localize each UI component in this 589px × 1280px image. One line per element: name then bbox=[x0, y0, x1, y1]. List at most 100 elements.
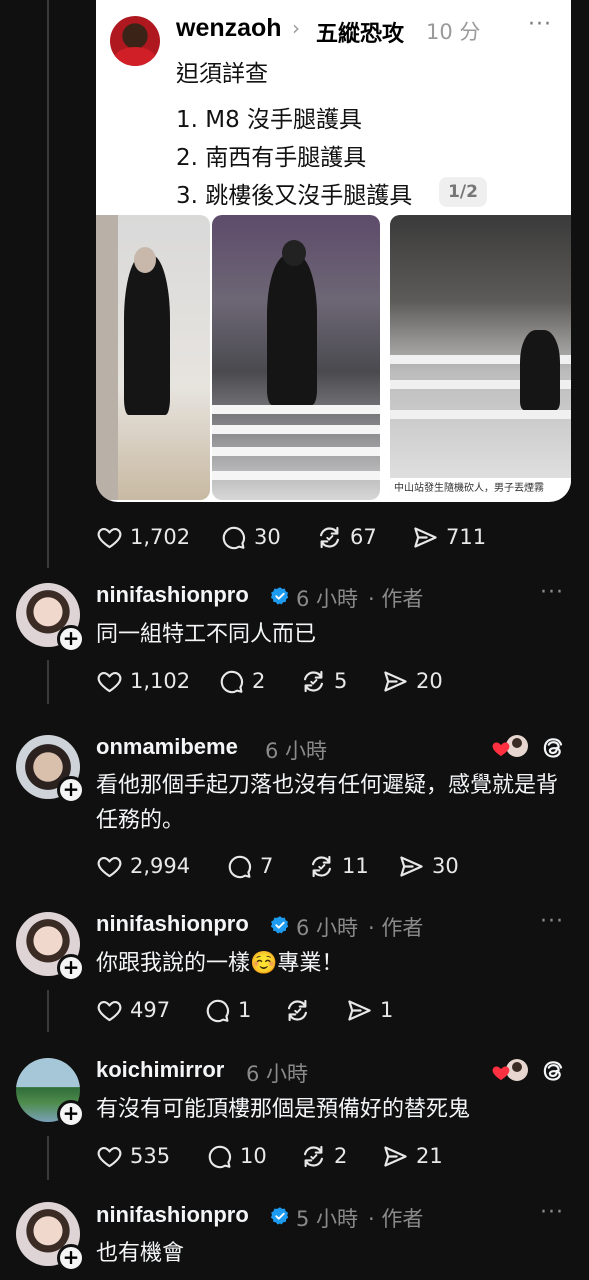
post-image-2[interactable] bbox=[212, 215, 380, 500]
reply-button[interactable]: 2 bbox=[218, 668, 265, 695]
follow-plus-icon[interactable]: + bbox=[57, 954, 85, 982]
verified-badge-icon bbox=[270, 586, 290, 606]
share-button[interactable]: 30 bbox=[398, 853, 459, 880]
reply-time: 6 小時 bbox=[246, 1062, 309, 1086]
reply-actions: 497 1 1 bbox=[96, 995, 566, 1025]
share-icon bbox=[346, 997, 373, 1024]
quoted-post-line-3: 2. 南西有手腿護具 bbox=[176, 145, 367, 171]
like-button[interactable]: 497 bbox=[96, 997, 170, 1024]
comment-icon bbox=[226, 853, 253, 880]
quoted-post-actions: 1,702 30 67 711 bbox=[96, 522, 566, 552]
heart-icon bbox=[96, 668, 123, 695]
like-count: 2,994 bbox=[130, 854, 191, 878]
share-icon bbox=[382, 668, 409, 695]
repost-count: 5 bbox=[334, 669, 348, 693]
thread-line bbox=[47, 990, 49, 1032]
share-icon bbox=[398, 853, 425, 880]
reply-username[interactable]: koichimirror bbox=[96, 1057, 224, 1083]
share-count: 21 bbox=[416, 1144, 443, 1168]
share-button[interactable]: 20 bbox=[382, 668, 443, 695]
quoted-post-username[interactable]: wenzaoh bbox=[176, 14, 282, 43]
comment-icon bbox=[218, 668, 245, 695]
reply-time: 6 小時 bbox=[296, 916, 359, 940]
reply-text: 同一組特工不同人而已 bbox=[96, 622, 317, 647]
more-icon[interactable]: ··· bbox=[528, 12, 552, 37]
share-count: 711 bbox=[446, 525, 487, 549]
reply-button[interactable]: 1 bbox=[204, 997, 251, 1024]
follow-plus-icon[interactable]: + bbox=[57, 1244, 85, 1272]
comment-icon bbox=[220, 524, 247, 551]
repost-icon bbox=[300, 668, 327, 695]
follow-plus-icon[interactable]: + bbox=[57, 776, 85, 804]
quoted-post-avatar[interactable] bbox=[110, 16, 160, 66]
reply-actions: 1,102 2 5 20 bbox=[96, 666, 566, 696]
reply-count: 7 bbox=[260, 854, 274, 878]
quoted-post-topic[interactable]: 五縱恐攻 bbox=[316, 16, 404, 48]
share-button[interactable]: 1 bbox=[346, 997, 393, 1024]
reply-count: 10 bbox=[240, 1144, 267, 1168]
repost-count: 67 bbox=[350, 525, 377, 549]
threads-icon[interactable] bbox=[540, 735, 566, 761]
thread-line bbox=[47, 0, 49, 568]
heart-icon bbox=[96, 1143, 123, 1170]
reply-time: 5 小時 bbox=[296, 1207, 359, 1231]
reply-button[interactable]: 30 bbox=[220, 524, 281, 551]
share-button[interactable]: 711 bbox=[412, 524, 486, 551]
reply-count: 1 bbox=[238, 998, 252, 1022]
reply-text: 看他那個手起刀落也沒有任何遲疑，感覺就是背任務的。 bbox=[96, 773, 559, 833]
follow-plus-icon[interactable]: + bbox=[57, 625, 85, 653]
image-counter-badge: 1/2 bbox=[439, 177, 487, 207]
repost-button[interactable]: 2 bbox=[300, 1143, 347, 1170]
share-count: 20 bbox=[416, 669, 443, 693]
repost-button[interactable]: 67 bbox=[316, 524, 377, 551]
author-tag: · 作者 bbox=[368, 1207, 424, 1231]
reply-actions: 535 10 2 21 bbox=[96, 1141, 566, 1171]
repost-button[interactable] bbox=[284, 997, 318, 1024]
like-count: 497 bbox=[130, 998, 171, 1022]
thread-line bbox=[47, 1136, 49, 1180]
threads-icon[interactable] bbox=[540, 1058, 566, 1084]
quoted-post-line-2: 1. M8 沒手腿護具 bbox=[176, 107, 363, 133]
reply-time: 6 小時 bbox=[265, 739, 328, 763]
more-icon[interactable]: ··· bbox=[540, 580, 564, 605]
reply-username[interactable]: ninifashionpro bbox=[96, 911, 249, 937]
share-count: 1 bbox=[380, 998, 394, 1022]
share-icon bbox=[382, 1143, 409, 1170]
quoted-post-line-4: 3. 跳樓後又沒手腿護具 bbox=[176, 183, 413, 209]
repost-icon bbox=[316, 524, 343, 551]
reply-actions: 2,994 7 11 30 bbox=[96, 851, 566, 881]
post-image-1[interactable] bbox=[96, 215, 210, 500]
repost-button[interactable]: 11 bbox=[308, 853, 369, 880]
like-button[interactable]: 1,102 bbox=[96, 668, 190, 695]
reply-count: 2 bbox=[252, 669, 266, 693]
reply-username[interactable]: onmamibeme bbox=[96, 734, 238, 760]
like-count: 1,702 bbox=[130, 525, 191, 549]
share-count: 30 bbox=[432, 854, 459, 878]
repost-icon bbox=[308, 853, 335, 880]
heart-icon bbox=[96, 997, 123, 1024]
like-button[interactable]: 535 bbox=[96, 1143, 170, 1170]
follow-plus-icon[interactable]: + bbox=[57, 1100, 85, 1128]
repost-button[interactable]: 5 bbox=[300, 668, 347, 695]
reply-username[interactable]: ninifashionpro bbox=[96, 582, 249, 608]
post-image-3[interactable]: 中山站發生隨機砍人，男子丟煙霧 bbox=[390, 215, 571, 500]
share-button[interactable]: 21 bbox=[382, 1143, 443, 1170]
reply-text: 也有機會 bbox=[96, 1241, 185, 1266]
chevron-right-icon: › bbox=[292, 16, 300, 40]
repost-icon bbox=[300, 1143, 327, 1170]
reply-text: 你跟我說的一樣☺️專業！ bbox=[96, 951, 344, 976]
heart-icon bbox=[96, 524, 123, 551]
liked-by-author-icon bbox=[492, 735, 528, 757]
reply-button[interactable]: 7 bbox=[226, 853, 273, 880]
author-tag: · 作者 bbox=[368, 587, 424, 611]
quoted-post-card[interactable]: wenzaoh › 五縱恐攻 10 分 ··· 𨑨須詳查 1. M8 沒手腿護具… bbox=[96, 0, 571, 502]
reply-button[interactable]: 10 bbox=[206, 1143, 267, 1170]
heart-icon bbox=[96, 853, 123, 880]
thread-line bbox=[47, 660, 49, 704]
like-button[interactable]: 2,994 bbox=[96, 853, 190, 880]
like-button[interactable]: 1,702 bbox=[96, 524, 190, 551]
reply-text: 有沒有可能頂樓那個是預備好的替死鬼 bbox=[96, 1097, 471, 1122]
more-icon[interactable]: ··· bbox=[540, 909, 564, 934]
reply-username[interactable]: ninifashionpro bbox=[96, 1202, 249, 1228]
more-icon[interactable]: ··· bbox=[540, 1200, 564, 1225]
